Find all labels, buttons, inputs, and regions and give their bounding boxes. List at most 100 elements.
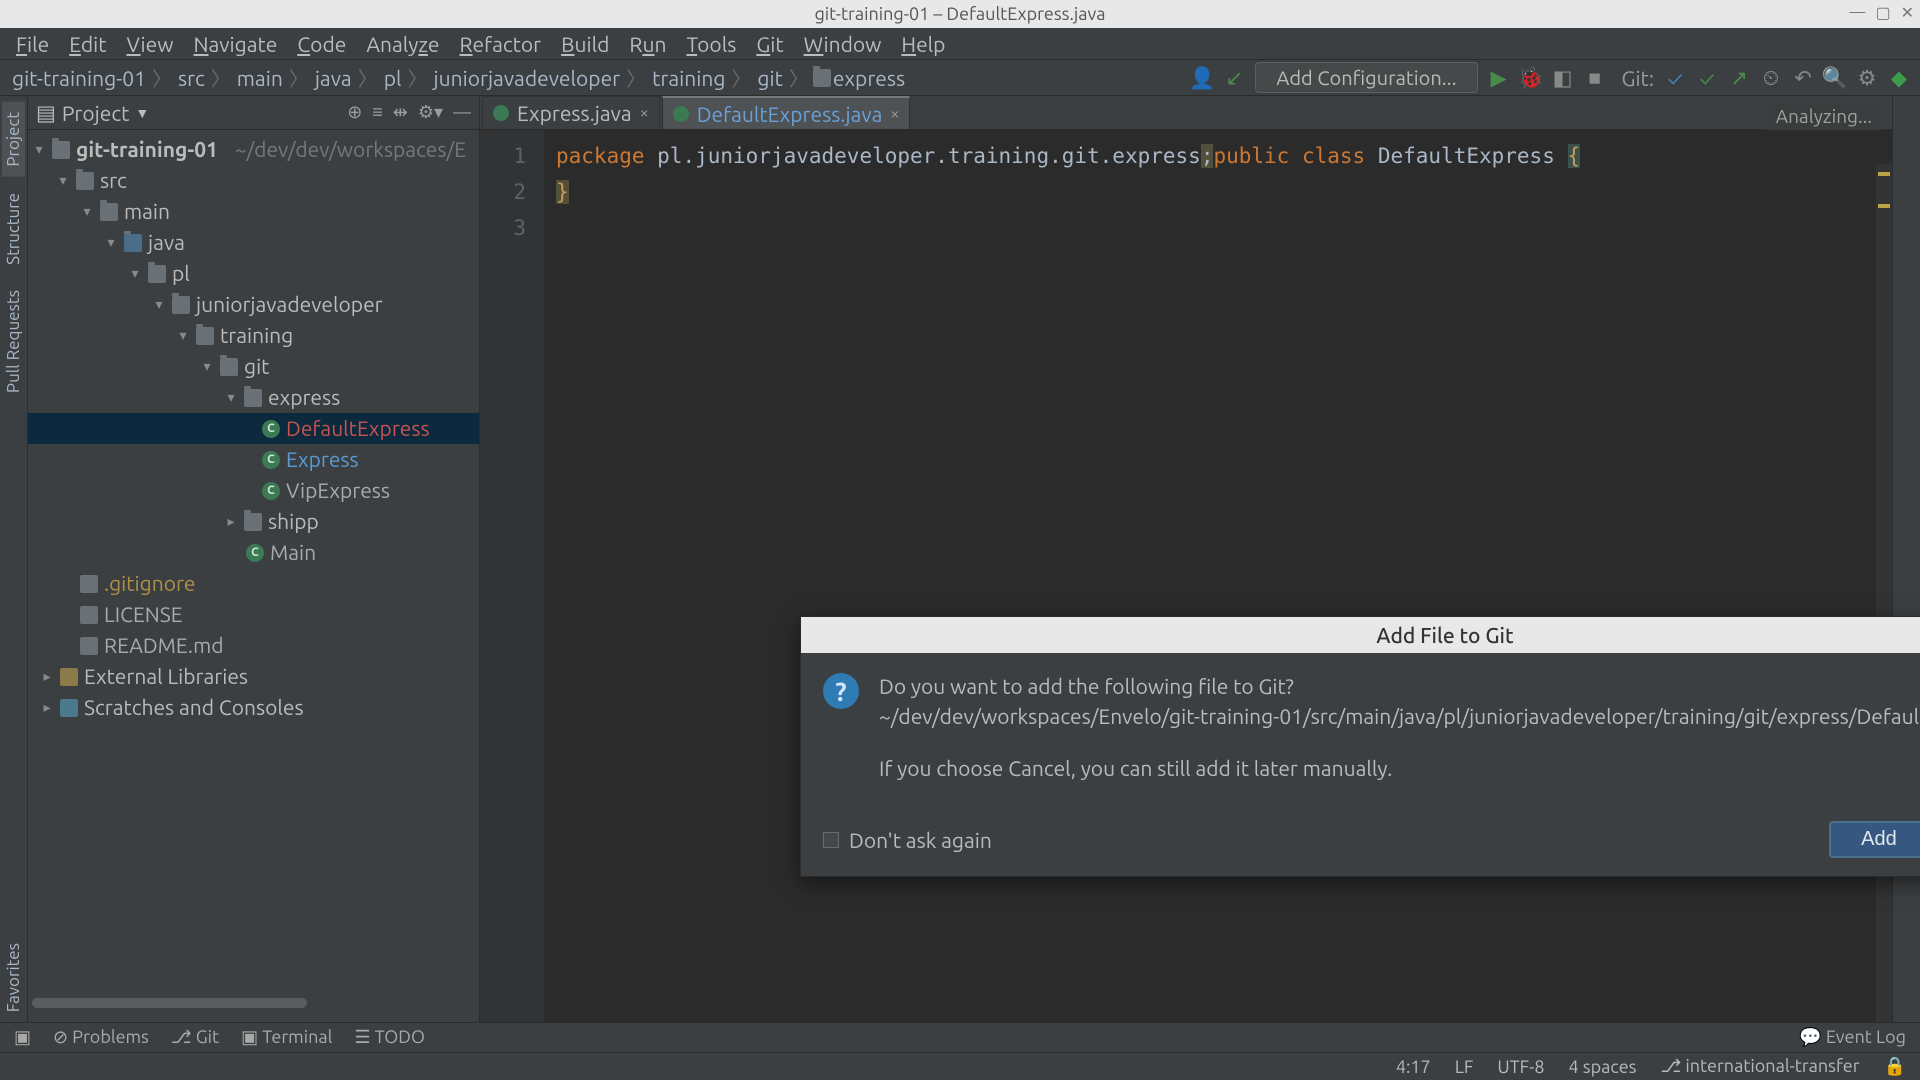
tree-main[interactable]: main [124, 196, 170, 227]
caret-position[interactable]: 4:17 [1396, 1057, 1431, 1077]
collapse-icon[interactable]: ⇹ [393, 102, 408, 123]
run-icon[interactable]: ▶ [1488, 67, 1510, 89]
menu-run[interactable]: Run [619, 28, 676, 60]
menu-analyze[interactable]: Analyze [356, 28, 449, 60]
window-titlebar: git-training-01 – DefaultExpress.java — … [0, 0, 1920, 28]
tree-pl[interactable]: pl [172, 258, 190, 289]
tree-license[interactable]: LICENSE [104, 599, 183, 630]
indent[interactable]: 4 spaces [1569, 1057, 1637, 1077]
dialog-titlebar[interactable]: Add File to Git × [801, 617, 1920, 653]
tab-todo[interactable]: ☰ TODO [354, 1027, 425, 1048]
encoding[interactable]: UTF-8 [1497, 1057, 1544, 1077]
git-commit-icon[interactable]: ✓ [1696, 67, 1718, 89]
menu-help[interactable]: Help [891, 28, 955, 60]
crumb-src[interactable]: src [176, 66, 207, 90]
h-scrollbar-thumb[interactable] [32, 998, 307, 1008]
tree-readme[interactable]: README.md [104, 630, 224, 661]
menu-refactor[interactable]: Refactor [449, 28, 551, 60]
add-button[interactable]: Add [1829, 821, 1920, 858]
menu-git[interactable]: Git [746, 28, 793, 60]
crumb-pkg[interactable]: juniorjavadeveloper [432, 66, 623, 90]
back-icon[interactable]: ↙ [1223, 67, 1245, 89]
dont-ask-checkbox[interactable]: Don't ask again [823, 828, 992, 852]
menu-edit[interactable]: Edit [59, 28, 116, 60]
event-log[interactable]: 💬 Event Log [1799, 1027, 1906, 1047]
tree-ship[interactable]: shipp [268, 506, 319, 537]
history-icon[interactable]: ⏲ [1760, 67, 1782, 89]
library-icon [60, 668, 78, 686]
expand-icon[interactable]: ≡ [372, 102, 383, 123]
menu-build[interactable]: Build [551, 28, 619, 60]
tab-pull-requests[interactable]: Pull Requests [2, 280, 25, 403]
tree-pkg[interactable]: juniorjavadeveloper [196, 289, 383, 320]
tab-favorites[interactable]: Favorites [2, 933, 25, 1022]
menu-tools[interactable]: Tools [676, 28, 746, 60]
tree-src[interactable]: src [100, 165, 127, 196]
tree-express-cls[interactable]: Express [286, 444, 359, 475]
stop-icon[interactable]: ■ [1584, 67, 1606, 89]
tree-mainjava[interactable]: Main [270, 537, 316, 568]
menu-view[interactable]: View [117, 28, 184, 60]
class-icon: C [262, 451, 280, 469]
crumb-training[interactable]: training [650, 66, 727, 90]
minimize-icon[interactable]: — [1850, 3, 1866, 22]
search-icon[interactable]: 🔍 [1824, 67, 1846, 89]
ide-icon[interactable]: ◆ [1888, 67, 1910, 89]
tab-git[interactable]: ⎇ Git [171, 1027, 219, 1048]
tree-express[interactable]: express [268, 382, 340, 413]
crumb-git[interactable]: git [755, 66, 784, 90]
target-icon[interactable]: ⊕ [347, 102, 362, 123]
rollback-icon[interactable]: ↶ [1792, 67, 1814, 89]
hide-icon[interactable]: — [453, 102, 471, 123]
user-icon[interactable]: 👤 [1191, 67, 1213, 89]
tree-scratches[interactable]: Scratches and Consoles [84, 692, 304, 723]
folder-icon [100, 203, 118, 221]
debug-icon[interactable]: 🐞 [1520, 67, 1542, 89]
tree-training[interactable]: training [220, 320, 293, 351]
dialog-title: Add File to Git [1376, 623, 1513, 647]
git-push-icon[interactable]: ↗ [1728, 67, 1750, 89]
tab-problems[interactable]: ⊘ Problems [53, 1027, 149, 1048]
project-tree[interactable]: ▾git-training-01 ~/dev/dev/workspaces/E … [28, 130, 479, 727]
tree-root[interactable]: git-training-01 [76, 134, 218, 165]
package-icon [196, 327, 214, 345]
tree-extlib[interactable]: External Libraries [84, 661, 248, 692]
package-icon [220, 358, 238, 376]
menu-code[interactable]: Code [287, 28, 356, 60]
menu-navigate[interactable]: Navigate [184, 28, 288, 60]
menu-file[interactable]: File [6, 28, 59, 60]
crumb-main[interactable]: main [235, 66, 285, 90]
breadcrumb: git-training-01〉 src〉 main〉 java〉 pl〉 ju… [10, 63, 907, 92]
tab-project[interactable]: Project [2, 102, 25, 177]
add-file-to-git-dialog: Add File to Git × ? Do you want to add t… [800, 616, 1920, 877]
maximize-icon[interactable]: ▢ [1875, 3, 1890, 22]
settings-icon[interactable]: ⚙ [1856, 67, 1878, 89]
line-separator[interactable]: LF [1455, 1057, 1474, 1077]
crumb-java[interactable]: java [313, 66, 354, 90]
lock-icon[interactable]: 🔒 [1884, 1056, 1906, 1077]
close-icon[interactable]: ✕ [1901, 3, 1914, 22]
git-branch[interactable]: ⎇ international-transfer [1660, 1056, 1859, 1077]
bottom-icon[interactable]: ▣ [14, 1027, 31, 1048]
tree-gitignore[interactable]: .gitignore [104, 568, 196, 599]
tab-terminal[interactable]: ▣ Terminal [241, 1027, 332, 1048]
gear-icon[interactable]: ⚙▾ [418, 102, 443, 123]
window-title: git-training-01 – DefaultExpress.java [814, 4, 1105, 24]
tree-java[interactable]: java [148, 227, 185, 258]
module-icon [52, 141, 70, 159]
project-panel-icon: ▤ [36, 100, 56, 125]
class-icon: C [262, 420, 280, 438]
crumb-express[interactable]: express [831, 66, 907, 90]
tab-structure[interactable]: Structure [2, 183, 25, 275]
coverage-icon[interactable]: ◧ [1552, 67, 1574, 89]
tree-vipexpress[interactable]: VipExpress [286, 475, 390, 506]
package-icon [244, 513, 262, 531]
git-update-icon[interactable]: ✓ [1664, 67, 1686, 89]
crumb-pl[interactable]: pl [382, 66, 404, 90]
tree-git[interactable]: git [244, 351, 269, 382]
add-configuration-button[interactable]: Add Configuration... [1255, 62, 1477, 93]
project-panel-title[interactable]: Project [62, 101, 130, 125]
crumb-project[interactable]: git-training-01 [10, 66, 148, 90]
tree-defaultexpress[interactable]: DefaultExpress [286, 413, 430, 444]
menu-window[interactable]: Window [794, 28, 892, 60]
